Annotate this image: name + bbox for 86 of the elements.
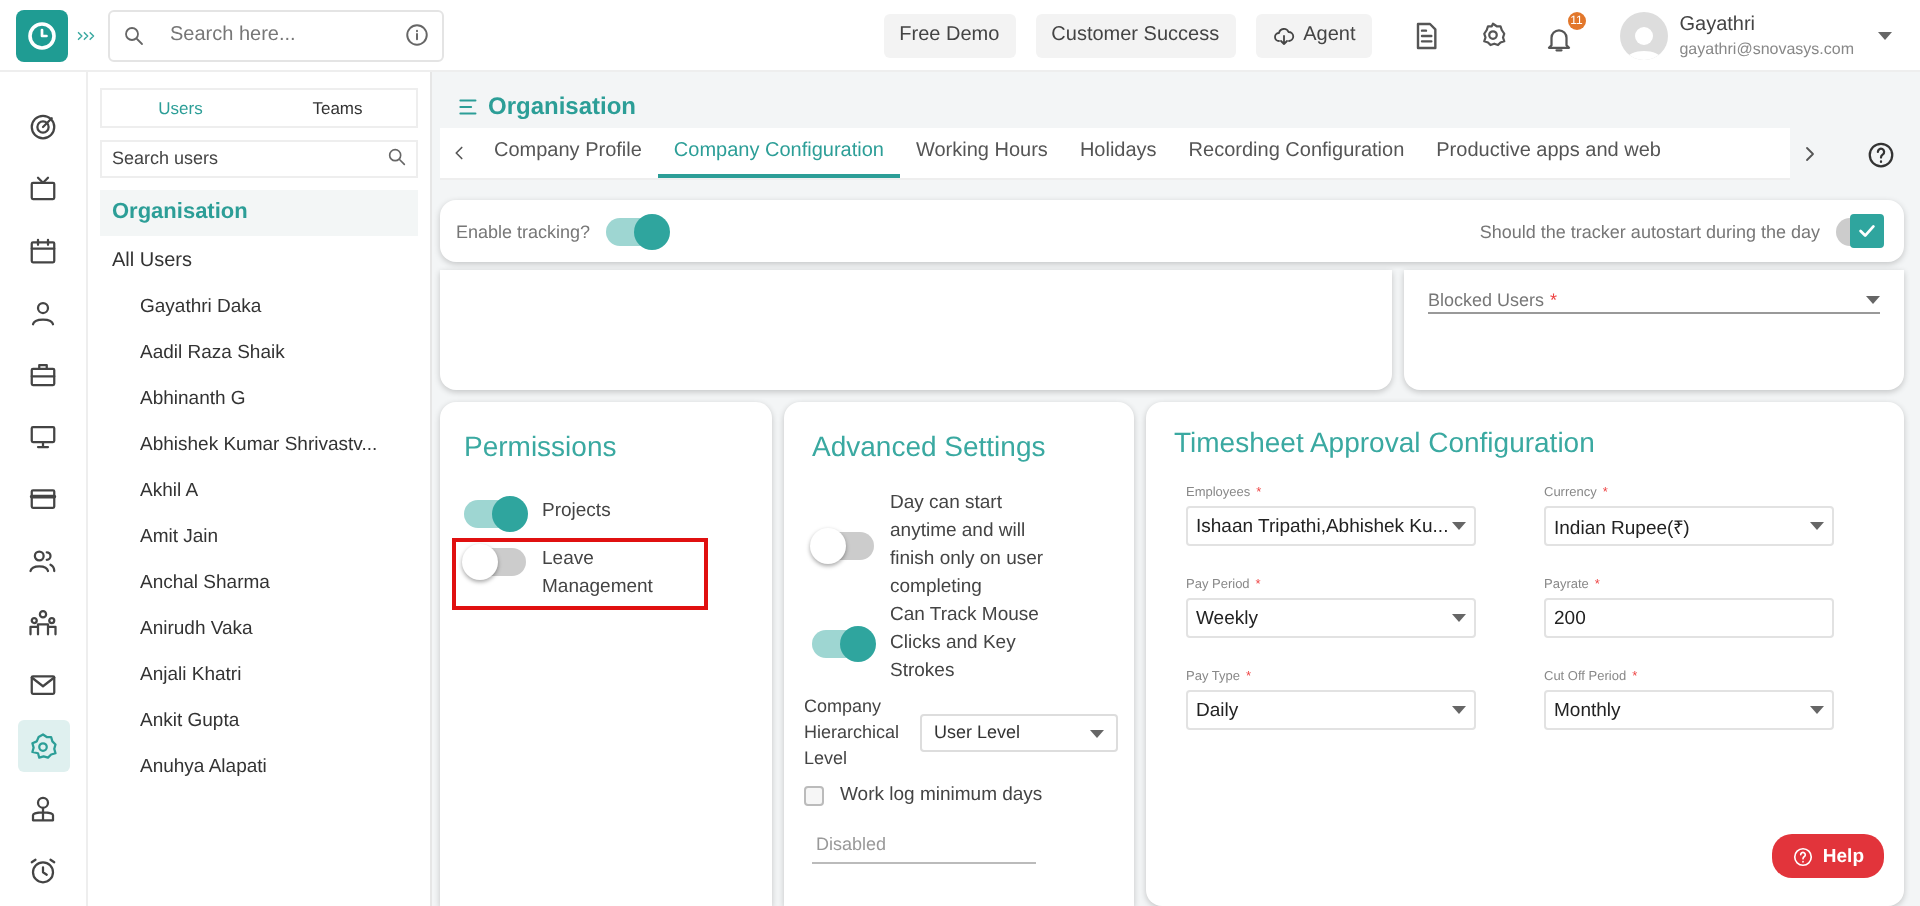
- search-field[interactable]: Search here...: [108, 9, 444, 61]
- user-name: Gayathri: [1679, 13, 1758, 35]
- header-button[interactable]: Agent: [1255, 13, 1372, 57]
- cloud-download-icon: [1271, 23, 1296, 47]
- person-icon: [28, 297, 58, 327]
- tracking-label: Enable tracking?: [456, 221, 591, 241]
- tab[interactable]: Working Hours: [899, 128, 1064, 178]
- caret-icon: [1452, 706, 1466, 714]
- checkbox-label: Work log minimum days: [840, 784, 1043, 806]
- target-icon: [28, 111, 58, 141]
- autostart-checkbox[interactable]: [1836, 214, 1884, 248]
- help-glyph: [1866, 139, 1896, 169]
- tv-icon: [28, 173, 58, 203]
- user-item[interactable]: Akhil A: [100, 467, 418, 513]
- header-button[interactable]: Free Demo: [883, 13, 1016, 57]
- input-field[interactable]: 200: [1544, 598, 1834, 638]
- user-item[interactable]: Aadil Raza Shaik: [100, 329, 418, 375]
- hierarchy-select[interactable]: User Level: [920, 714, 1118, 752]
- user-search-field[interactable]: Search users: [100, 139, 418, 177]
- panel-tab[interactable]: Teams: [259, 90, 416, 126]
- toggle-switch[interactable]: [606, 215, 669, 247]
- tab[interactable]: Company Profile: [478, 128, 658, 178]
- toggle-switch[interactable]: [812, 530, 874, 562]
- caret-icon: [1878, 31, 1892, 39]
- search-icon: [122, 23, 146, 47]
- section-title: Permissions: [464, 430, 619, 462]
- group-item[interactable]: All Users: [100, 237, 418, 283]
- select-field[interactable]: Daily: [1186, 690, 1476, 730]
- select-field[interactable]: Indian Rupee(₹): [1544, 506, 1834, 546]
- card-icon: [28, 483, 58, 513]
- section-title: Advanced Settings: [812, 430, 1048, 462]
- mail-icon: [28, 669, 58, 699]
- checkbox[interactable]: [804, 785, 824, 805]
- blocked-users-field[interactable]: Blocked Users *: [1428, 286, 1880, 314]
- toggle-switch[interactable]: [812, 628, 874, 660]
- user-item[interactable]: Anjali Khatri: [100, 651, 418, 697]
- setting-label: Can Track Mouse Clicks and Key Strokes: [890, 602, 1041, 686]
- autostart-label: Should the tracker autostart during the day: [1479, 221, 1820, 241]
- user-item[interactable]: Abhinanth G: [100, 375, 418, 421]
- help-button[interactable]: Help: [1772, 834, 1884, 878]
- header-button[interactable]: Customer Success: [1035, 13, 1236, 57]
- select-field[interactable]: Weekly: [1186, 598, 1476, 638]
- select-field[interactable]: Monthly: [1544, 690, 1834, 730]
- help-icon[interactable]: [1866, 139, 1896, 169]
- people-icon: [28, 545, 58, 575]
- toggle-switch[interactable]: [464, 498, 526, 530]
- select-field[interactable]: Ishaan Tripathi,Abhishek Ku...: [1186, 506, 1476, 546]
- user-item[interactable]: Anchal Sharma: [100, 559, 418, 605]
- hierarchy-label: Company Hierarchical Level: [804, 694, 902, 772]
- page-title: Organisation: [488, 92, 637, 120]
- settings-icon: [28, 731, 58, 761]
- permission-label: Leave Management: [542, 546, 655, 602]
- logo-icon[interactable]: [16, 9, 68, 61]
- caret-icon: [1452, 522, 1466, 530]
- check-icon: [1856, 220, 1878, 242]
- tab[interactable]: Productive apps and web: [1420, 128, 1677, 178]
- alarm-clock-icon: [28, 855, 58, 885]
- user-item[interactable]: Anirudh Vaka: [100, 605, 418, 651]
- bell-icon: [1543, 24, 1574, 54]
- caret-icon: [1866, 295, 1880, 303]
- calendar-icon: [28, 235, 58, 265]
- search-icon: [386, 146, 408, 168]
- toggle-switch[interactable]: [464, 546, 526, 578]
- person-icon: [28, 793, 58, 823]
- caret-icon: [1810, 522, 1824, 530]
- tab[interactable]: Recording Configuration: [1172, 128, 1421, 178]
- setting-label: Day can start anytime and will finish only on user completing: [890, 490, 1046, 602]
- briefcase-icon: [28, 359, 58, 389]
- user-item[interactable]: Abhishek Kumar Shrivastv...: [100, 421, 418, 467]
- team-icon: [28, 607, 58, 637]
- settings-button[interactable]: [1477, 20, 1508, 50]
- user-item[interactable]: Ankit Gupta: [100, 697, 418, 743]
- caret-icon: [1090, 729, 1104, 737]
- permission-label: Projects: [542, 498, 611, 526]
- user-item[interactable]: Gayathri Daka: [100, 283, 418, 329]
- caret-icon: [1452, 614, 1466, 622]
- user-item[interactable]: Anuhya Alapati: [100, 743, 418, 789]
- tab[interactable]: Holidays: [1063, 128, 1173, 178]
- monitor-icon: [28, 421, 58, 451]
- help-glyph: [1792, 845, 1815, 867]
- settings-icon: [1477, 20, 1508, 50]
- section-title: Timesheet Approval Configuration: [1174, 426, 1597, 458]
- info-icon: [404, 21, 430, 47]
- user-email: gayathri@snovasys.com: [1679, 39, 1854, 57]
- caret-icon: [1810, 706, 1824, 714]
- user-item[interactable]: Amit Jain: [100, 513, 418, 559]
